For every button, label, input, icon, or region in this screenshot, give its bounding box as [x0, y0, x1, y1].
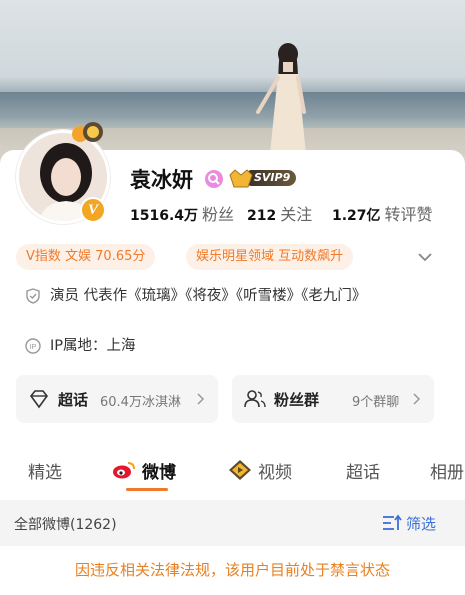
chevron-right-icon	[197, 393, 205, 405]
following-count: 212	[247, 208, 277, 224]
supertopic-title: 超话	[58, 391, 89, 409]
fan-group-count: 9个群聊	[352, 395, 400, 410]
followers-count: 1516.4万	[130, 208, 199, 224]
tab-album[interactable]: 相册	[430, 458, 465, 483]
followers-label: 粉丝	[202, 205, 235, 224]
crown-icon	[72, 122, 103, 142]
chevron-down-icon[interactable]	[416, 248, 434, 266]
svip-crown-icon	[229, 169, 253, 188]
reposts-stat[interactable]: 1.27亿 转评赞	[332, 201, 433, 225]
search-badge-icon[interactable]	[205, 170, 223, 188]
tab-video-label: 视频	[258, 463, 292, 483]
supertopic-count: 60.4万冰淇淋	[100, 395, 181, 410]
followers-stat[interactable]: 1516.4万 粉丝	[130, 201, 234, 225]
supertopic-diamond-icon	[29, 390, 49, 409]
banned-notice: 因违反相关法律法规，该用户目前处于禁言状态	[74, 561, 390, 579]
filter-bar: 全部微博(1262) 筛选	[0, 500, 465, 546]
reposts-label: 转评赞	[384, 205, 433, 224]
tab-weibo-label: 微博	[142, 463, 176, 483]
fan-group-title: 粉丝群	[274, 391, 320, 409]
svip-badge[interactable]: SVIP9	[228, 167, 297, 189]
content-tabs: 精选 微博 视频 超话 相册	[0, 448, 465, 492]
filter-icon	[383, 514, 402, 530]
all-posts-count: 全部微博(1262)	[14, 517, 117, 533]
tab-video[interactable]: 视频	[228, 458, 292, 483]
active-tab-indicator	[126, 488, 168, 491]
weibo-logo-icon	[113, 462, 135, 479]
shield-icon	[26, 288, 40, 304]
domain-pill[interactable]: 娱乐明星领域 互动数飙升	[186, 244, 354, 270]
ip-location: IP属地：上海	[50, 338, 136, 354]
user-name: 袁冰妍	[130, 168, 193, 192]
following-label: 关注	[280, 205, 313, 224]
v-index-pill[interactable]: V指数 文娱 70.65分	[16, 244, 156, 270]
reposts-count: 1.27亿	[332, 208, 381, 224]
tab-supertopic[interactable]: 超话	[346, 458, 380, 483]
video-icon	[229, 460, 251, 480]
tab-weibo[interactable]: 微博	[112, 458, 176, 483]
bio-text: 演员 代表作《琉璃》《将夜》《听雪楼》《老九门》	[50, 288, 367, 304]
svip-label: SVIP9	[248, 170, 297, 186]
filter-label: 筛选	[406, 515, 437, 533]
svg-text:IP: IP	[30, 344, 37, 351]
cover-figure	[256, 43, 306, 154]
supertopic-box[interactable]: 超话 60.4万冰淇淋	[16, 375, 218, 423]
following-stat[interactable]: 212 关注	[247, 201, 312, 225]
fans-group-icon	[244, 390, 266, 408]
tab-featured[interactable]: 精选	[28, 458, 62, 483]
ip-icon: IP	[25, 338, 41, 354]
chevron-right-icon	[413, 393, 421, 405]
fan-group-box[interactable]: 粉丝群 9个群聊	[232, 375, 434, 423]
verified-v-icon: V	[80, 197, 106, 223]
